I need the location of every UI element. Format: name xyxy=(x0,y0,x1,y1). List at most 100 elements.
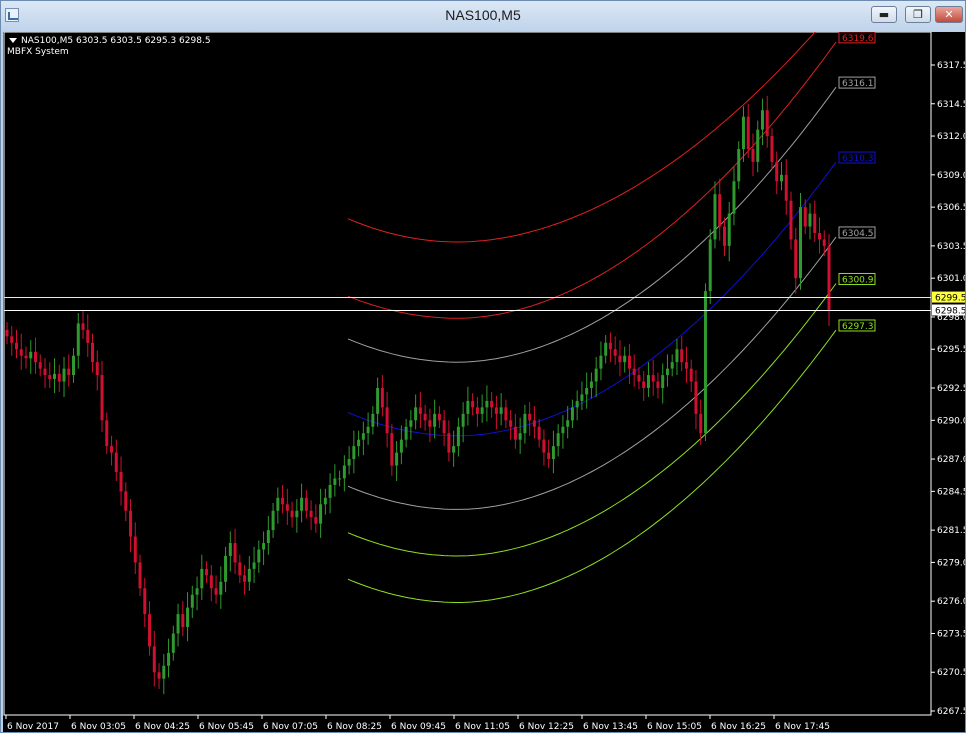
band-value-label: 6319.6 xyxy=(842,34,874,44)
bear-candle xyxy=(656,381,660,388)
indicator-name: MBFX System xyxy=(7,47,69,57)
bull-candle xyxy=(518,433,522,440)
bull-candle xyxy=(727,213,731,246)
bear-candle xyxy=(537,426,541,440)
bear-candle xyxy=(746,116,750,149)
bull-candle xyxy=(414,407,418,421)
bear-candle xyxy=(148,614,152,647)
bull-candle xyxy=(347,459,351,466)
y-tick-label: 6267.5 xyxy=(937,707,965,717)
bull-candle xyxy=(162,665,166,679)
close-button[interactable]: ✕ xyxy=(935,6,963,23)
bull-candle xyxy=(352,446,356,460)
bear-candle xyxy=(38,362,42,369)
symbol-ohlc: NAS100,M5 6303.5 6303.5 6295.3 6298.5 xyxy=(21,36,211,46)
bull-candle xyxy=(623,355,627,363)
bear-candle xyxy=(822,239,826,246)
bear-candle xyxy=(684,362,688,369)
bull-candle xyxy=(760,110,764,130)
collapse-triangle-icon[interactable] xyxy=(9,38,17,43)
bull-candle xyxy=(257,549,261,563)
bear-candle xyxy=(718,194,722,227)
bull-candle xyxy=(323,497,327,505)
bear-candle xyxy=(385,407,389,434)
bear-candle xyxy=(110,446,114,453)
bear-candle xyxy=(143,588,147,615)
bear-candle xyxy=(124,491,128,511)
bear-candle xyxy=(290,510,294,518)
bear-candle xyxy=(181,614,185,628)
bull-candle xyxy=(200,568,204,589)
bull-candle xyxy=(661,375,665,388)
bear-candle xyxy=(57,373,61,382)
bear-candle xyxy=(214,588,218,595)
y-tick-label: 6284.5 xyxy=(937,487,965,497)
chart-header: NAS100,M5 6303.5 6303.5 6295.3 6298.5 xyxy=(9,36,211,46)
x-tick-label: 6 Nov 16:25 xyxy=(711,722,766,732)
y-tick-label: 6292.5 xyxy=(937,384,965,394)
bear-candle xyxy=(34,351,38,363)
bear-candle xyxy=(651,375,655,382)
bear-candle xyxy=(67,368,71,376)
bear-candle xyxy=(509,420,513,427)
bear-candle xyxy=(100,375,104,421)
bull-candle xyxy=(171,633,175,653)
y-tick-label: 6276.0 xyxy=(937,597,965,607)
bear-candle xyxy=(532,420,536,427)
bear-candle xyxy=(105,420,109,447)
bull-candle xyxy=(485,400,489,408)
bull-candle xyxy=(732,181,736,214)
price-line-tag-text: 6299.5 xyxy=(935,294,965,304)
bear-candle xyxy=(803,207,807,227)
title-bar[interactable]: NAS100,M5 ▬ ❐ ✕ xyxy=(1,1,965,31)
bull-candle xyxy=(575,400,579,408)
bull-candle xyxy=(779,174,783,182)
bull-candle xyxy=(404,426,408,440)
bull-candle xyxy=(580,394,584,401)
bear-candle xyxy=(15,342,19,350)
y-tick-label: 6306.5 xyxy=(937,203,965,213)
bear-candle xyxy=(494,407,498,414)
bear-candle xyxy=(309,510,313,518)
bull-candle xyxy=(551,446,555,460)
bull-candle xyxy=(53,373,57,379)
x-tick-label: 6 Nov 04:25 xyxy=(135,722,190,732)
band-value-label: 6316.1 xyxy=(842,79,874,89)
bull-candle xyxy=(399,439,403,453)
x-tick-label: 6 Nov 13:45 xyxy=(583,722,638,732)
bear-candle xyxy=(613,349,617,356)
y-tick-label: 6314.5 xyxy=(937,100,965,110)
price-chart[interactable]: 6317.5 6314.5 6312.0 6309.0 6306.5 6303.5 6301… xyxy=(3,32,965,732)
x-tick-label: 6 Nov 05:45 xyxy=(199,722,254,732)
band-value-label: 6297.3 xyxy=(842,322,874,332)
bear-candle xyxy=(81,323,85,330)
x-tick-label: 6 Nov 08:25 xyxy=(327,722,382,732)
bear-candle xyxy=(48,375,52,379)
bear-candle xyxy=(437,413,441,421)
bull-candle xyxy=(670,362,674,369)
bull-candle xyxy=(708,239,712,292)
bear-candle xyxy=(447,433,451,453)
bear-candle xyxy=(765,110,769,137)
window-title: NAS100,M5 xyxy=(445,7,521,23)
bull-candle xyxy=(480,407,484,414)
bear-candle xyxy=(632,368,636,376)
bear-candle xyxy=(243,575,247,582)
bull-candle xyxy=(566,420,570,427)
y-tick-label: 6273.5 xyxy=(937,629,965,639)
bull-candle xyxy=(741,116,745,149)
bull-candle xyxy=(798,207,802,279)
bull-candle xyxy=(604,342,608,356)
bear-candle xyxy=(770,136,774,162)
bull-candle xyxy=(186,607,190,628)
band-value-label: 6304.5 xyxy=(842,229,874,239)
bull-candle xyxy=(737,148,741,182)
y-tick-label: 6287.0 xyxy=(937,455,965,465)
bear-candle xyxy=(5,329,9,337)
bull-candle xyxy=(333,478,337,485)
bull-candle xyxy=(456,426,460,447)
chart-canvas[interactable]: 6317.5 6314.5 6312.0 6309.0 6306.5 6303.5 6301… xyxy=(3,32,965,732)
minimize-button[interactable]: ▬ xyxy=(871,6,897,23)
restore-button[interactable]: ❐ xyxy=(905,6,931,23)
bear-candle xyxy=(475,407,479,414)
